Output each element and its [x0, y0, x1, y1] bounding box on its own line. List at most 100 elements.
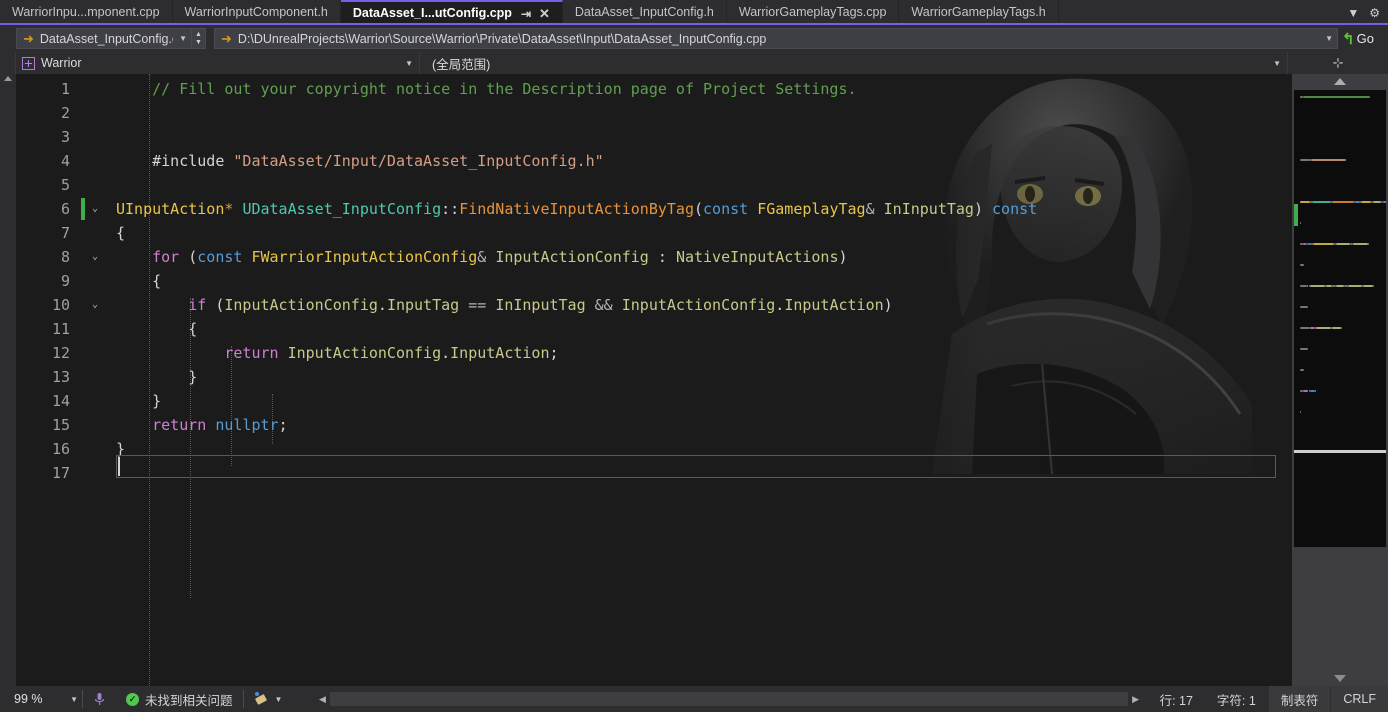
minimap-preview[interactable] — [1294, 90, 1386, 450]
tab-dataasset-inputconfig-cpp[interactable]: DataAsset_I...utConfig.cpp ⇥ ✕ — [340, 0, 563, 25]
gear-icon[interactable]: ⚙ — [1369, 6, 1380, 20]
code-line[interactable]: 15 return nullptr; — [16, 413, 1292, 437]
fold-toggle-icon[interactable]: ⌄ — [90, 300, 100, 310]
line-ending-indicator[interactable]: CRLF — [1330, 686, 1388, 712]
code-line[interactable]: 9 { — [16, 269, 1292, 293]
editor-gutter[interactable] — [80, 341, 116, 365]
code-cleanup-button[interactable]: ▼ — [244, 692, 293, 706]
editor-gutter[interactable] — [80, 221, 116, 245]
editor-gutter[interactable] — [80, 125, 116, 149]
code-line[interactable]: 17 — [16, 461, 1292, 485]
tab-label: WarriorInputComponent.h — [184, 5, 328, 19]
cursor-column-indicator[interactable]: 字符: 1 — [1205, 690, 1268, 709]
chevron-down-icon[interactable]: ▼ — [275, 695, 283, 704]
file-path-text: D:\DUnrealProjects\Warrior\Source\Warrio… — [237, 31, 767, 46]
chevron-down-icon[interactable]: ▼ — [405, 59, 413, 68]
split-view-icon: ⊹ — [1332, 55, 1344, 70]
tab-warrior-input-component-cpp[interactable]: WarriorInpu...mponent.cpp — [0, 0, 173, 25]
editor-gutter[interactable] — [80, 365, 116, 389]
editor-gutter[interactable] — [80, 269, 116, 293]
code-lines-container[interactable]: 1 // Fill out your copyright notice in t… — [16, 74, 1292, 485]
fold-toggle-icon[interactable]: ⌄ — [90, 204, 100, 214]
code-line[interactable]: 5 — [16, 173, 1292, 197]
code-line[interactable]: 7{ — [16, 221, 1292, 245]
editor-gutter[interactable] — [80, 389, 116, 413]
code-token: : — [648, 248, 676, 266]
tab-warrior-gameplaytags-cpp[interactable]: WarriorGameplayTags.cpp — [726, 0, 900, 25]
code-line[interactable]: 13 } — [16, 365, 1292, 389]
indentation-indicator[interactable]: 制表符 — [1267, 686, 1331, 712]
stepper-down-icon[interactable]: ▼ — [195, 39, 202, 47]
chevron-down-icon[interactable]: ▼ — [70, 695, 78, 704]
zoom-level-selector[interactable]: 99 % ▼ — [10, 689, 82, 709]
fold-toggle-icon[interactable]: ⌄ — [90, 252, 100, 262]
minimap-scrollbar[interactable] — [1292, 74, 1388, 686]
pin-icon[interactable]: ⇥ — [521, 8, 531, 20]
editor-gutter[interactable] — [80, 77, 116, 101]
editor-gutter[interactable]: ⌄ — [80, 197, 116, 221]
minimap-token — [1331, 327, 1342, 329]
cursor-line-indicator[interactable]: 行: 17 — [1148, 690, 1205, 709]
code-text: for (const FWarriorInputActionConfig& In… — [116, 248, 1292, 266]
code-line[interactable]: 16} — [16, 437, 1292, 461]
code-text: } — [116, 392, 1292, 410]
code-token: . — [775, 296, 785, 314]
code-token: == — [459, 296, 496, 314]
editor-gutter[interactable] — [80, 317, 116, 341]
code-line[interactable]: 1 // Fill out your copyright notice in t… — [16, 77, 1292, 101]
chevron-down-icon[interactable]: ▼ — [179, 34, 187, 43]
project-selector[interactable]: Warrior ▼ — [16, 52, 420, 74]
tab-overflow-icon[interactable]: ▼ — [1347, 6, 1359, 20]
editor-gutter[interactable] — [80, 173, 116, 197]
editor-tab-strip: WarriorInpu...mponent.cpp WarriorInputCo… — [0, 0, 1388, 25]
code-token: const — [992, 200, 1038, 218]
split-view-button[interactable]: ⊹ — [1288, 52, 1388, 74]
code-line[interactable]: 12 return InputActionConfig.InputAction; — [16, 341, 1292, 365]
microphone-button[interactable] — [83, 692, 116, 706]
code-editor[interactable]: 1 // Fill out your copyright notice in t… — [16, 74, 1292, 686]
editor-gutter[interactable] — [80, 149, 116, 173]
code-line[interactable]: 4 #include "DataAsset/Input/DataAsset_In… — [16, 149, 1292, 173]
file-path-dropdown[interactable]: ➜ D:\DUnrealProjects\Warrior\Source\Warr… — [214, 28, 1338, 49]
stepper-up-icon[interactable]: ▲ — [195, 31, 202, 39]
code-token: for — [152, 248, 180, 266]
minimap-scroll-up-icon[interactable] — [1334, 78, 1346, 85]
editor-left-rail[interactable] — [0, 74, 16, 686]
code-token: } — [116, 440, 126, 458]
line-number: 15 — [51, 416, 70, 434]
go-to-button[interactable]: ↰ Go — [1342, 30, 1386, 48]
code-line[interactable]: 11 { — [16, 317, 1292, 341]
editor-gutter[interactable] — [80, 413, 116, 437]
scope-selector[interactable]: (全局范围) ▼ — [420, 52, 1288, 74]
current-file-dropdown[interactable]: ➜ DataAsset_InputConfig.c ▼ — [16, 28, 192, 49]
scroll-left-icon[interactable]: ◀ — [314, 691, 330, 707]
code-line[interactable]: 6 ⌄ UInputAction* UDataAsset_InputConfig::… — [16, 197, 1292, 221]
editor-gutter[interactable] — [80, 101, 116, 125]
editor-gutter[interactable]: ⌄ — [80, 293, 116, 317]
tab-warrior-input-component-h[interactable]: WarriorInputComponent.h — [172, 0, 341, 25]
editor-gutter[interactable] — [80, 437, 116, 461]
minimap-scroll-down-icon[interactable] — [1334, 675, 1346, 682]
code-line[interactable]: 3 — [16, 125, 1292, 149]
editor-gutter[interactable] — [80, 461, 116, 485]
scrollbar-track[interactable] — [330, 692, 1128, 706]
chevron-down-icon[interactable]: ▼ — [1325, 34, 1333, 43]
error-list-status[interactable]: ✓ 未找到相关问题 — [116, 690, 243, 709]
scope-bar: Warrior ▼ (全局范围) ▼ ⊹ — [0, 52, 1388, 74]
horizontal-scrollbar[interactable]: ◀ ▶ — [314, 691, 1143, 707]
close-icon[interactable]: ✕ — [539, 7, 550, 20]
code-line[interactable]: 8 ⌄ for (const FWarriorInputActionConfig&… — [16, 245, 1292, 269]
tab-warrior-gameplaytags-h[interactable]: WarriorGameplayTags.h — [899, 0, 1059, 25]
rail-scroll-up-icon[interactable] — [4, 76, 12, 81]
code-token: InputActionConfig — [621, 296, 776, 314]
scroll-right-icon[interactable]: ▶ — [1128, 691, 1144, 707]
editor-gutter[interactable]: ⌄ — [80, 245, 116, 269]
code-line[interactable]: 14 } — [16, 389, 1292, 413]
tab-dataasset-inputconfig-h[interactable]: DataAsset_InputConfig.h — [562, 0, 727, 25]
navigation-stepper[interactable]: ▲ ▼ — [192, 28, 206, 49]
code-line[interactable]: 2 — [16, 101, 1292, 125]
minimap-change-bar — [1294, 204, 1298, 226]
minimap-token — [1300, 159, 1312, 161]
code-line[interactable]: 10 ⌄ if (InputActionConfig.InputTag == In… — [16, 293, 1292, 317]
chevron-down-icon[interactable]: ▼ — [1273, 59, 1281, 68]
